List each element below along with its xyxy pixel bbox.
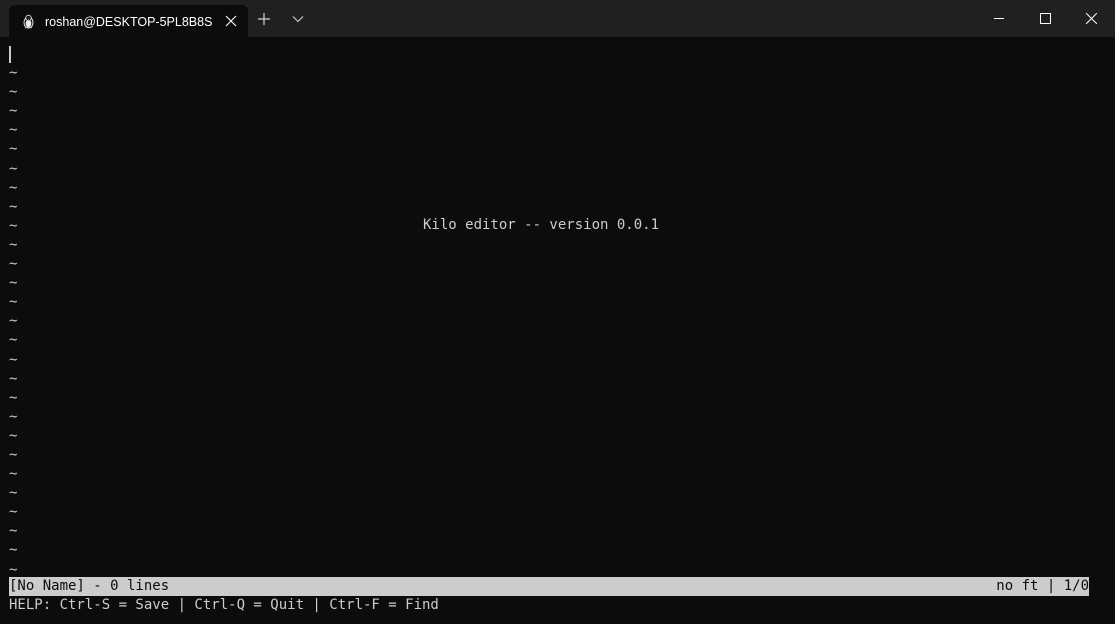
empty-line-tilde: ~ <box>9 427 18 444</box>
empty-line-tilde: ~ <box>9 179 18 196</box>
minimize-icon <box>994 18 1004 19</box>
linux-penguin-icon <box>21 14 36 29</box>
help-message: HELP: Ctrl-S = Save | Ctrl-Q = Quit | Ct… <box>9 597 439 613</box>
new-tab-plus-icon[interactable] <box>256 11 272 27</box>
empty-line-tilde: ~ <box>9 313 18 330</box>
empty-line-tilde: ~ <box>9 198 18 215</box>
empty-line-tilde: ~ <box>9 523 18 540</box>
maximize-icon <box>1040 13 1051 24</box>
close-window-button[interactable] <box>1068 0 1114 37</box>
empty-line-tilde: ~ <box>9 256 18 273</box>
maximize-button[interactable] <box>1022 0 1068 37</box>
empty-line-tilde: ~ <box>9 275 18 292</box>
empty-line-tilde: ~ <box>9 466 18 483</box>
empty-line-tilde: ~ <box>9 370 18 387</box>
welcome-message: Kilo editor -- version 0.0.1 <box>423 217 660 233</box>
minimize-button[interactable] <box>976 0 1022 37</box>
terminal-window: roshan@DESKTOP-5PL8B8S: ~/c <box>0 0 1115 624</box>
title-bar: roshan@DESKTOP-5PL8B8S: ~/c <box>0 0 1115 37</box>
chevron-down-icon[interactable] <box>290 11 306 27</box>
tab-close-icon[interactable] <box>223 13 239 29</box>
tab-title: roshan@DESKTOP-5PL8B8S: ~/c <box>45 15 213 29</box>
empty-line-tilde: ~ <box>9 141 18 158</box>
empty-line-tilde: ~ <box>9 446 18 463</box>
empty-line-tilde: ~ <box>9 485 18 502</box>
empty-line-tilde: ~ <box>9 103 18 120</box>
empty-line-tilde: ~ <box>9 389 18 406</box>
status-filename: [No Name] - 0 lines <box>9 578 170 594</box>
close-icon <box>1086 13 1097 24</box>
empty-line-tilde: ~ <box>9 65 18 82</box>
empty-line-tilde: ~ <box>9 236 18 253</box>
empty-line-tilde: ~ <box>9 160 18 177</box>
status-bar: [No Name] - 0 lines no ft | 1/0 <box>9 577 1089 596</box>
terminal-content[interactable]: ~~~~~~~~~~~~~~~~~~~~~~~~~~~~ Kilo editor… <box>0 37 1115 624</box>
empty-line-tilde: ~ <box>9 504 18 521</box>
empty-line-tilde: ~ <box>9 351 18 368</box>
terminal-tab[interactable]: roshan@DESKTOP-5PL8B8S: ~/c <box>9 5 248 37</box>
empty-line-tilde: ~ <box>9 408 18 425</box>
empty-line-tilde: ~ <box>9 332 18 349</box>
empty-line-tilde: ~ <box>9 542 18 559</box>
text-cursor <box>9 46 11 63</box>
tilde-gutter: ~~~~~~~~~~~~~~~~~~~~~~~~~~~~ <box>9 45 21 580</box>
status-position: no ft | 1/0 <box>996 578 1089 594</box>
empty-line-tilde: ~ <box>9 122 18 139</box>
empty-line-tilde: ~ <box>9 84 18 101</box>
empty-line-tilde: ~ <box>9 217 18 234</box>
empty-line-tilde: ~ <box>9 294 18 311</box>
